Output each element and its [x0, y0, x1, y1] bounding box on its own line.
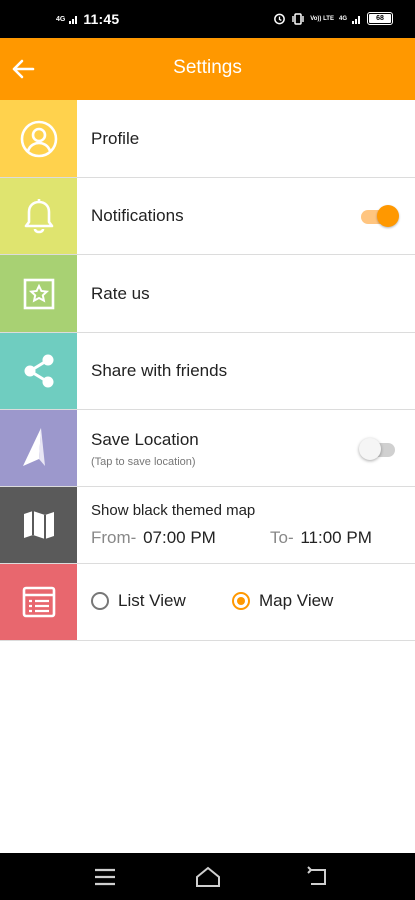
profile-label: Profile — [91, 129, 140, 148]
map-icon-tile — [0, 487, 77, 563]
to-time: 11:00 PM — [300, 528, 372, 547]
save-location-label: Save Location — [91, 430, 199, 449]
settings-item-share[interactable]: Share with friends — [0, 333, 415, 410]
view-icon-tile — [0, 564, 77, 640]
settings-item-save-location[interactable]: Save Location (Tap to save location) — [0, 410, 415, 487]
star-box-icon — [23, 278, 54, 309]
list-view-icon — [22, 586, 55, 618]
rate-label: Rate us — [91, 284, 150, 303]
share-icon — [24, 354, 53, 388]
app-bar: Settings — [0, 38, 415, 100]
bell-icon — [24, 199, 53, 234]
settings-item-notifications[interactable]: Notifications — [0, 178, 415, 255]
radio-checked-icon — [232, 592, 250, 610]
location-icon-tile — [0, 410, 77, 486]
alarm-icon — [274, 13, 286, 25]
menu-button[interactable] — [90, 863, 120, 891]
save-location-subtitle: (Tap to save location) — [91, 456, 196, 468]
menu-icon — [95, 868, 115, 886]
network-type-right: 4G — [338, 15, 347, 22]
status-bar: 4G 11:45 Vo)) LTE 4G 68 — [0, 0, 415, 38]
settings-item-profile[interactable]: Profile — [0, 100, 415, 178]
signal-icon — [69, 16, 78, 24]
notifications-toggle[interactable] — [361, 205, 399, 227]
map-view-radio[interactable]: Map View — [232, 591, 333, 611]
home-icon — [196, 866, 220, 887]
status-left: 4G 11:45 — [56, 11, 119, 27]
clock: 11:45 — [83, 11, 120, 27]
settings-item-black-map[interactable]: Show black themed map From- 07:00 PM To-… — [0, 487, 415, 564]
map-icon — [23, 511, 54, 539]
volte-label: Vo)) LTE — [310, 15, 334, 22]
network-type-left: 4G — [56, 15, 66, 23]
to-time-field[interactable]: To- 11:00 PM — [270, 528, 372, 548]
battery-icon: 68 — [367, 12, 393, 25]
battery-level: 68 — [376, 15, 384, 22]
black-map-label: Show black themed map — [91, 502, 256, 519]
list-view-radio[interactable]: List View — [91, 591, 186, 611]
navigation-arrow-icon — [22, 428, 45, 466]
settings-list: Profile Notifications Rate us Share with… — [0, 100, 415, 641]
page-title: Settings — [173, 57, 242, 78]
notifications-icon-tile — [0, 178, 77, 254]
settings-item-view-mode: List View Map View — [0, 564, 415, 641]
profile-icon-tile — [0, 100, 77, 177]
signal-icon — [352, 15, 360, 24]
status-right: Vo)) LTE 4G 68 — [273, 12, 393, 25]
radio-unchecked-icon — [91, 592, 109, 610]
vibrate-icon — [292, 12, 304, 25]
notifications-label: Notifications — [91, 206, 184, 225]
person-circle-icon — [20, 120, 57, 157]
back-nav-button[interactable] — [302, 863, 332, 891]
share-label: Share with friends — [91, 361, 228, 380]
home-button[interactable] — [193, 863, 223, 891]
system-nav-bar — [0, 853, 415, 900]
rate-icon-tile — [0, 255, 77, 332]
from-time-field[interactable]: From- 07:00 PM — [91, 528, 216, 548]
save-location-toggle[interactable] — [359, 438, 397, 460]
share-icon-tile — [0, 333, 77, 409]
to-label: To- — [270, 528, 294, 547]
map-view-label: Map View — [259, 591, 334, 610]
back-icon — [307, 866, 326, 885]
list-view-label: List View — [118, 591, 186, 610]
from-label: From- — [91, 528, 137, 547]
from-time: 07:00 PM — [143, 528, 216, 547]
settings-item-rate-us[interactable]: Rate us — [0, 255, 415, 333]
